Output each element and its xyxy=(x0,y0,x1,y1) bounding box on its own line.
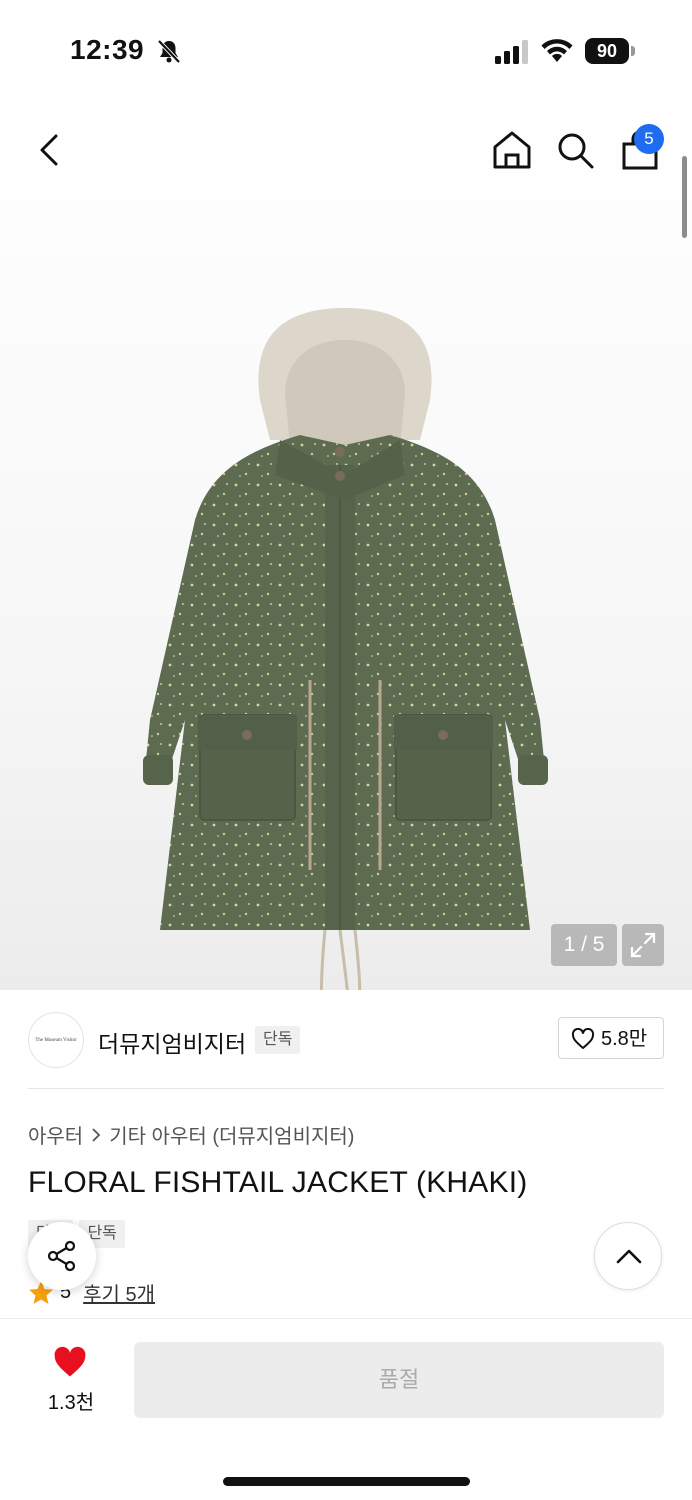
product-image[interactable] xyxy=(100,300,590,990)
wifi-icon xyxy=(541,39,573,62)
chevron-right-icon xyxy=(92,1127,101,1142)
status-bar: 12:39 90 xyxy=(0,0,692,100)
heart-outline-icon xyxy=(571,1028,595,1049)
product-title: FLORAL FISHTAIL JACKET (KHAKI) xyxy=(28,1166,528,1199)
battery-nub xyxy=(631,46,635,56)
heart-filled-icon xyxy=(54,1346,86,1377)
home-icon[interactable] xyxy=(490,128,534,172)
battery-level: 90 xyxy=(585,38,629,64)
breadcrumb-category[interactable]: 아우터 xyxy=(28,1120,83,1149)
brand-name[interactable]: 더뮤지엄비지터 xyxy=(98,1025,246,1059)
share-icon xyxy=(47,1240,76,1272)
fullscreen-button[interactable] xyxy=(622,924,664,966)
expand-icon xyxy=(630,932,656,958)
divider xyxy=(28,1088,664,1089)
wishlist-count: 1.3천 xyxy=(47,1392,95,1414)
cellular-signal-icon xyxy=(495,40,528,64)
search-icon[interactable] xyxy=(553,128,597,172)
brand-logo[interactable]: The Museum Visitor xyxy=(28,1012,84,1068)
wishlist-button[interactable]: 1.3천 xyxy=(30,1346,112,1416)
product-image-gallery[interactable]: 1 / 5 xyxy=(0,100,692,990)
back-arrow-icon[interactable] xyxy=(30,130,70,170)
home-indicator[interactable] xyxy=(223,1477,470,1486)
exclusive-tag: 단독 xyxy=(255,1026,301,1054)
bell-slash-icon xyxy=(157,39,181,64)
breadcrumb: 아우터 기타 아우터 (더뮤지엄비지터) xyxy=(28,1120,354,1149)
status-time: 12:39 xyxy=(70,34,145,65)
scroll-to-top-button[interactable] xyxy=(594,1222,662,1290)
breadcrumb-subcategory[interactable]: 기타 아우터 (더뮤지엄비지터) xyxy=(109,1120,354,1149)
share-button[interactable] xyxy=(28,1222,96,1290)
cart-count-badge[interactable]: 5 xyxy=(634,124,664,154)
chevron-up-icon xyxy=(616,1249,642,1264)
review-link[interactable]: 후기 5개 xyxy=(83,1278,155,1307)
image-page-indicator: 1 / 5 xyxy=(551,924,617,966)
brand-like-count: 5.8만 xyxy=(601,1028,648,1050)
sold-out-button[interactable]: 품절 xyxy=(134,1342,664,1418)
battery-indicator: 90 xyxy=(585,38,635,64)
brand-like-button[interactable]: 5.8만 xyxy=(558,1017,664,1059)
scrollbar[interactable] xyxy=(682,156,687,238)
